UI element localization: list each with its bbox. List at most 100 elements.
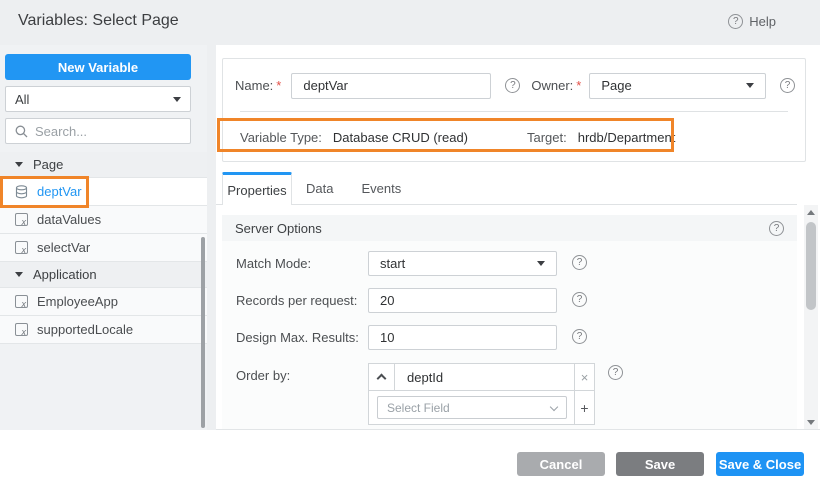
design-max-results-row: Design Max. Results: ? xyxy=(222,325,797,350)
tree-item-employeeapp[interactable]: x EmployeeApp xyxy=(0,288,207,316)
required-asterisk: * xyxy=(276,78,281,93)
chevron-down-icon xyxy=(550,402,558,410)
variable-filter-select[interactable]: All xyxy=(5,86,191,112)
order-by-entry: deptId × xyxy=(369,364,594,391)
name-help-icon[interactable]: ? xyxy=(505,78,520,93)
order-by-add-row: Select Field + xyxy=(369,391,594,424)
order-by-field-value: deptId xyxy=(395,364,574,390)
order-by-label: Order by: xyxy=(236,368,290,383)
tree-item-label: deptVar xyxy=(37,184,82,199)
match-mode-value: start xyxy=(380,256,405,271)
title-bar: Variables: Select Page ? Help xyxy=(0,0,820,45)
name-label: Name: xyxy=(235,78,273,93)
caret-down-icon xyxy=(173,97,181,102)
variable-icon: x xyxy=(15,241,28,254)
caret-down-icon xyxy=(537,261,545,266)
design-max-help-icon[interactable]: ? xyxy=(572,329,587,344)
tree-item-selectvar[interactable]: x selectVar xyxy=(0,234,207,262)
order-by-help-icon[interactable]: ? xyxy=(608,365,623,380)
target-value: hrdb/Department xyxy=(578,130,676,145)
server-options-body: Match Mode: start ? Records per request:… xyxy=(222,241,797,429)
select-field-placeholder: Select Field xyxy=(387,401,450,415)
variable-summary-panel: Name: * ? Owner: * Page ? Variable Type:… xyxy=(222,58,806,162)
tree-item-label: selectVar xyxy=(37,240,90,255)
tab-events[interactable]: Events xyxy=(347,172,415,205)
variable-icon: x xyxy=(15,213,28,226)
server-options-help-icon[interactable]: ? xyxy=(769,221,784,236)
variable-type-label: Variable Type: xyxy=(240,130,322,145)
records-per-request-input[interactable] xyxy=(368,288,557,313)
design-max-results-label: Design Max. Results: xyxy=(236,330,359,345)
remove-field-button[interactable]: × xyxy=(574,364,594,390)
sidebar-scrollbar-thumb[interactable] xyxy=(201,237,205,428)
search-icon xyxy=(15,125,28,138)
variable-type-pair: Variable Type: Database CRUD (read) xyxy=(240,122,468,152)
order-by-widget: deptId × Select Field + xyxy=(368,363,595,425)
match-mode-label: Match Mode: xyxy=(236,256,311,271)
name-input[interactable] xyxy=(291,73,491,99)
sidebar-main-divider xyxy=(207,45,216,430)
save-and-close-button[interactable]: Save & Close xyxy=(716,452,804,476)
scroll-up-icon[interactable] xyxy=(807,210,815,215)
collapse-caret-icon xyxy=(15,272,23,277)
tree-item-label: supportedLocale xyxy=(37,322,133,337)
variables-tree: Page deptVar x dataValues x selectVar Ap… xyxy=(0,152,207,344)
page-title: Variables: Select Page xyxy=(18,12,179,30)
tree-item-label: dataValues xyxy=(37,212,101,227)
variable-icon: x xyxy=(15,323,28,336)
help-link[interactable]: ? Help xyxy=(728,14,776,29)
tree-item-label: EmployeeApp xyxy=(37,294,118,309)
variable-icon: x xyxy=(15,295,28,308)
owner-help-icon[interactable]: ? xyxy=(780,78,795,93)
tree-group-label: Page xyxy=(33,157,63,172)
variable-type-value: Database CRUD (read) xyxy=(333,130,468,145)
tab-data[interactable]: Data xyxy=(292,172,347,205)
caret-down-icon xyxy=(746,83,754,88)
target-pair: Target: hrdb/Department xyxy=(527,122,675,152)
new-variable-button[interactable]: New Variable xyxy=(5,54,191,80)
database-icon xyxy=(15,185,28,199)
chevron-up-icon xyxy=(377,374,387,384)
panel-divider xyxy=(240,111,788,112)
dialog-footer: Cancel Save Save & Close xyxy=(0,430,820,492)
save-button[interactable]: Save xyxy=(616,452,704,476)
match-mode-select[interactable]: start xyxy=(368,251,557,276)
variables-sidebar: New Variable All Page deptVar x xyxy=(0,45,207,430)
cancel-button[interactable]: Cancel xyxy=(517,452,605,476)
scroll-down-icon[interactable] xyxy=(807,420,815,425)
records-per-request-label: Records per request: xyxy=(236,293,357,308)
sort-direction-button[interactable] xyxy=(369,364,395,390)
records-help-icon[interactable]: ? xyxy=(572,292,587,307)
match-mode-help-icon[interactable]: ? xyxy=(572,255,587,270)
tree-group-page[interactable]: Page xyxy=(0,152,207,178)
add-field-button[interactable]: + xyxy=(574,391,594,424)
main-scrollbar-thumb[interactable] xyxy=(806,222,816,310)
variable-type-row: Variable Type: Database CRUD (read) Targ… xyxy=(240,122,795,152)
owner-label: Owner: xyxy=(531,78,573,93)
tree-group-application[interactable]: Application xyxy=(0,262,207,288)
server-options-header: Server Options ? xyxy=(222,215,797,241)
tree-group-label: Application xyxy=(33,267,97,282)
search-input[interactable] xyxy=(35,124,181,139)
help-question-icon: ? xyxy=(728,14,743,29)
main-scrollbar[interactable] xyxy=(804,205,818,430)
select-field-dropdown[interactable]: Select Field xyxy=(377,396,567,419)
variable-editor-main: Name: * ? Owner: * Page ? Variable Type:… xyxy=(216,45,820,430)
help-label: Help xyxy=(749,14,776,29)
tree-item-datavalues[interactable]: x dataValues xyxy=(0,206,207,234)
name-owner-row: Name: * ? Owner: * Page ? xyxy=(235,72,795,99)
editor-tabs: Properties Data Events xyxy=(222,172,415,205)
variable-search-box xyxy=(5,118,191,144)
variables-dialog: Variables: Select Page ? Help New Variab… xyxy=(0,0,820,492)
owner-select-value: Page xyxy=(601,78,631,93)
required-asterisk: * xyxy=(576,78,581,93)
records-per-request-row: Records per request: ? xyxy=(222,288,797,313)
tree-item-supportedlocale[interactable]: x supportedLocale xyxy=(0,316,207,344)
server-options-title: Server Options xyxy=(235,221,322,236)
collapse-caret-icon xyxy=(15,162,23,167)
design-max-results-input[interactable] xyxy=(368,325,557,350)
tree-item-deptvar[interactable]: deptVar xyxy=(0,178,207,206)
tab-properties[interactable]: Properties xyxy=(222,172,292,205)
match-mode-row: Match Mode: start ? xyxy=(222,251,797,276)
owner-select[interactable]: Page xyxy=(589,73,766,99)
